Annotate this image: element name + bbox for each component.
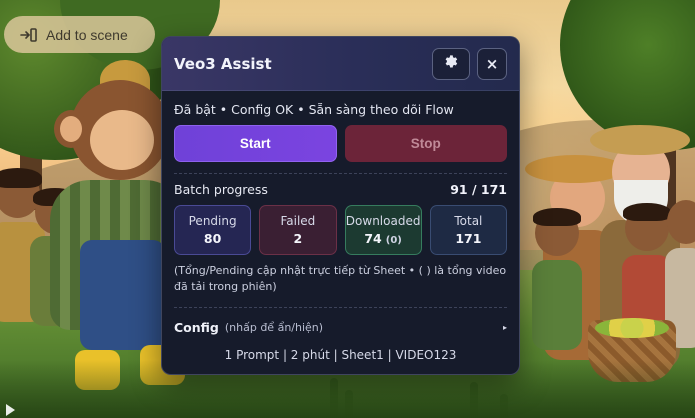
kid-character [530, 208, 585, 360]
add-to-scene-label: Add to scene [46, 26, 128, 43]
config-summary: 1 Prompt | 2 phút | Sheet1 | VIDEO123 [224, 348, 457, 362]
stat-label: Pending [188, 214, 237, 228]
stat-value: 2 [293, 231, 303, 246]
play-icon[interactable] [6, 404, 15, 416]
stat-failed: Failed 2 [259, 205, 337, 255]
panel-header: Veo3 Assist × [162, 37, 519, 91]
stat-total: Total 171 [429, 205, 507, 255]
action-buttons: Start Stop [162, 125, 519, 162]
insert-icon [20, 27, 38, 43]
close-icon: × [485, 54, 499, 73]
config-hint: (nhấp để ẩn/hiện) [224, 321, 324, 334]
status-text: Đã bật • Config OK • Sẵn sàng theo dõi F… [174, 102, 454, 117]
settings-button[interactable] [432, 47, 470, 80]
close-button[interactable]: × [477, 47, 507, 80]
batch-progress-row: Batch progress 91 / 171 [162, 174, 519, 197]
stat-pending: Pending 80 [174, 205, 252, 255]
gear-icon [443, 54, 459, 74]
stat-value: 80 [203, 231, 222, 246]
fruit-pile [595, 318, 669, 338]
stat-label: Downloaded [345, 214, 421, 228]
stat-downloaded: Downloaded 74 (0) [344, 205, 422, 255]
panel-title: Veo3 Assist [174, 54, 272, 73]
start-button[interactable]: Start [174, 125, 337, 162]
stat-session-count: (0) [385, 235, 402, 246]
batch-progress-count: 91 / 171 [450, 182, 507, 197]
stat-label: Total [454, 214, 483, 228]
config-title: Config [174, 320, 219, 335]
batch-progress-label: Batch progress [174, 182, 268, 197]
stop-button[interactable]: Stop [344, 125, 507, 162]
stat-value: 74 [364, 231, 382, 246]
stats-row: Pending 80 Failed 2 Downloaded 74 (0) Tot… [162, 197, 519, 255]
stat-value: 171 [455, 231, 482, 246]
stat-label: Failed [280, 214, 316, 228]
stat-value-row: 74 (0) [364, 231, 402, 246]
add-to-scene-button[interactable]: Add to scene [4, 16, 155, 53]
chevron-right-icon: ▸ [502, 323, 507, 332]
stats-note: (Tổng/Pending cập nhật trực tiếp từ Shee… [174, 264, 507, 293]
veo3-assist-panel: Veo3 Assist × Đã bật • Config OK • Sẵn s… [161, 36, 520, 375]
config-toggle[interactable]: Config (nhấp để ẩn/hiện) ▸ [162, 308, 519, 335]
